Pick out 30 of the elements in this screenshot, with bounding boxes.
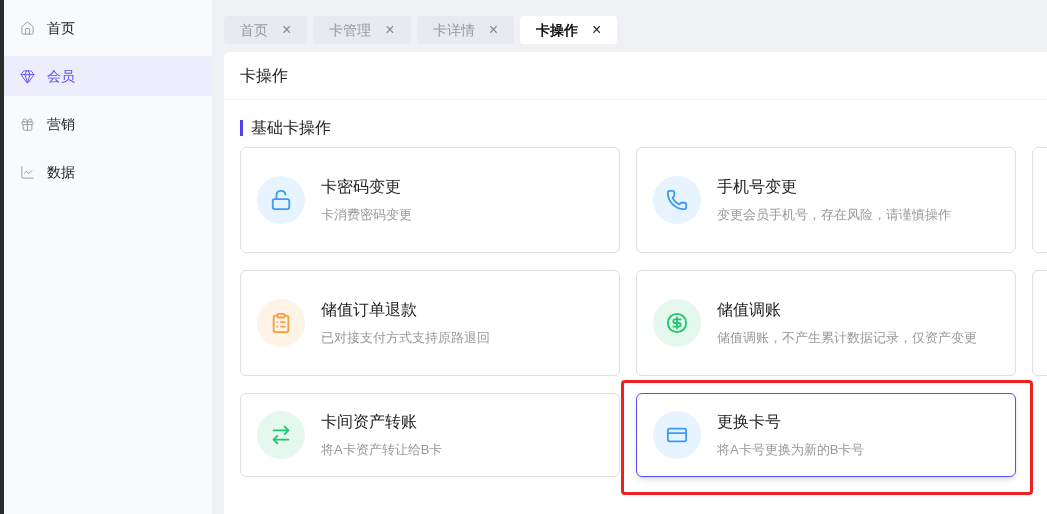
gem-icon — [20, 68, 35, 84]
operation-card[interactable]: 储值调账 储值调账，不产生累计数据记录，仅资产变更 — [636, 270, 1016, 376]
sidebar-item[interactable]: 会员 — [4, 56, 212, 96]
operation-card[interactable]: 卡密码变更 卡消费密码变更 — [240, 147, 620, 253]
home-icon — [20, 20, 35, 36]
section-title: 基础卡操作 — [251, 118, 331, 138]
card-title: 储值订单退款 — [321, 300, 418, 321]
card-description: 储值调账，不产生累计数据记录，仅资产变更 — [717, 329, 977, 348]
sidebar-item[interactable]: 数据 — [4, 152, 212, 192]
card-title: 储值调账 — [717, 300, 782, 321]
card-title: 卡密码变更 — [321, 177, 402, 198]
card-description: 将A卡资产转让给B卡 — [321, 441, 443, 460]
operation-card[interactable]: 储值订单退款 已对接支付方式支持原路退回 — [240, 270, 620, 376]
panel-title: 卡操作 — [240, 65, 288, 86]
card-description: 将A卡号更换为新的B卡号 — [717, 441, 865, 460]
card-title: 更换卡号 — [717, 412, 782, 433]
operation-card[interactable]: 更换卡号 将A卡号更换为新的B卡号 — [636, 393, 1016, 477]
operation-card[interactable]: 卡间资产转账 将A卡资产转让给B卡 — [240, 393, 620, 477]
card-description: 卡消费密码变更 — [321, 206, 412, 225]
operation-card[interactable]: 手机号变更 变更会员手机号，存在风险，请谨慎操作 — [636, 147, 1016, 253]
line-chart-icon — [20, 164, 35, 180]
sidebar-item[interactable]: 首页 — [4, 8, 212, 48]
sidebar-item[interactable]: 营销 — [4, 104, 212, 144]
card-description: 已对接支付方式支持原路退回 — [321, 329, 490, 348]
tab[interactable]: 卡操作 × — [520, 16, 618, 44]
close-icon[interactable]: × — [592, 18, 602, 42]
card-title: 卡间资产转账 — [321, 412, 418, 433]
card-title: 手机号变更 — [717, 177, 798, 198]
gift-icon — [20, 116, 35, 132]
card-description: 变更会员手机号，存在风险，请谨慎操作 — [717, 206, 951, 225]
